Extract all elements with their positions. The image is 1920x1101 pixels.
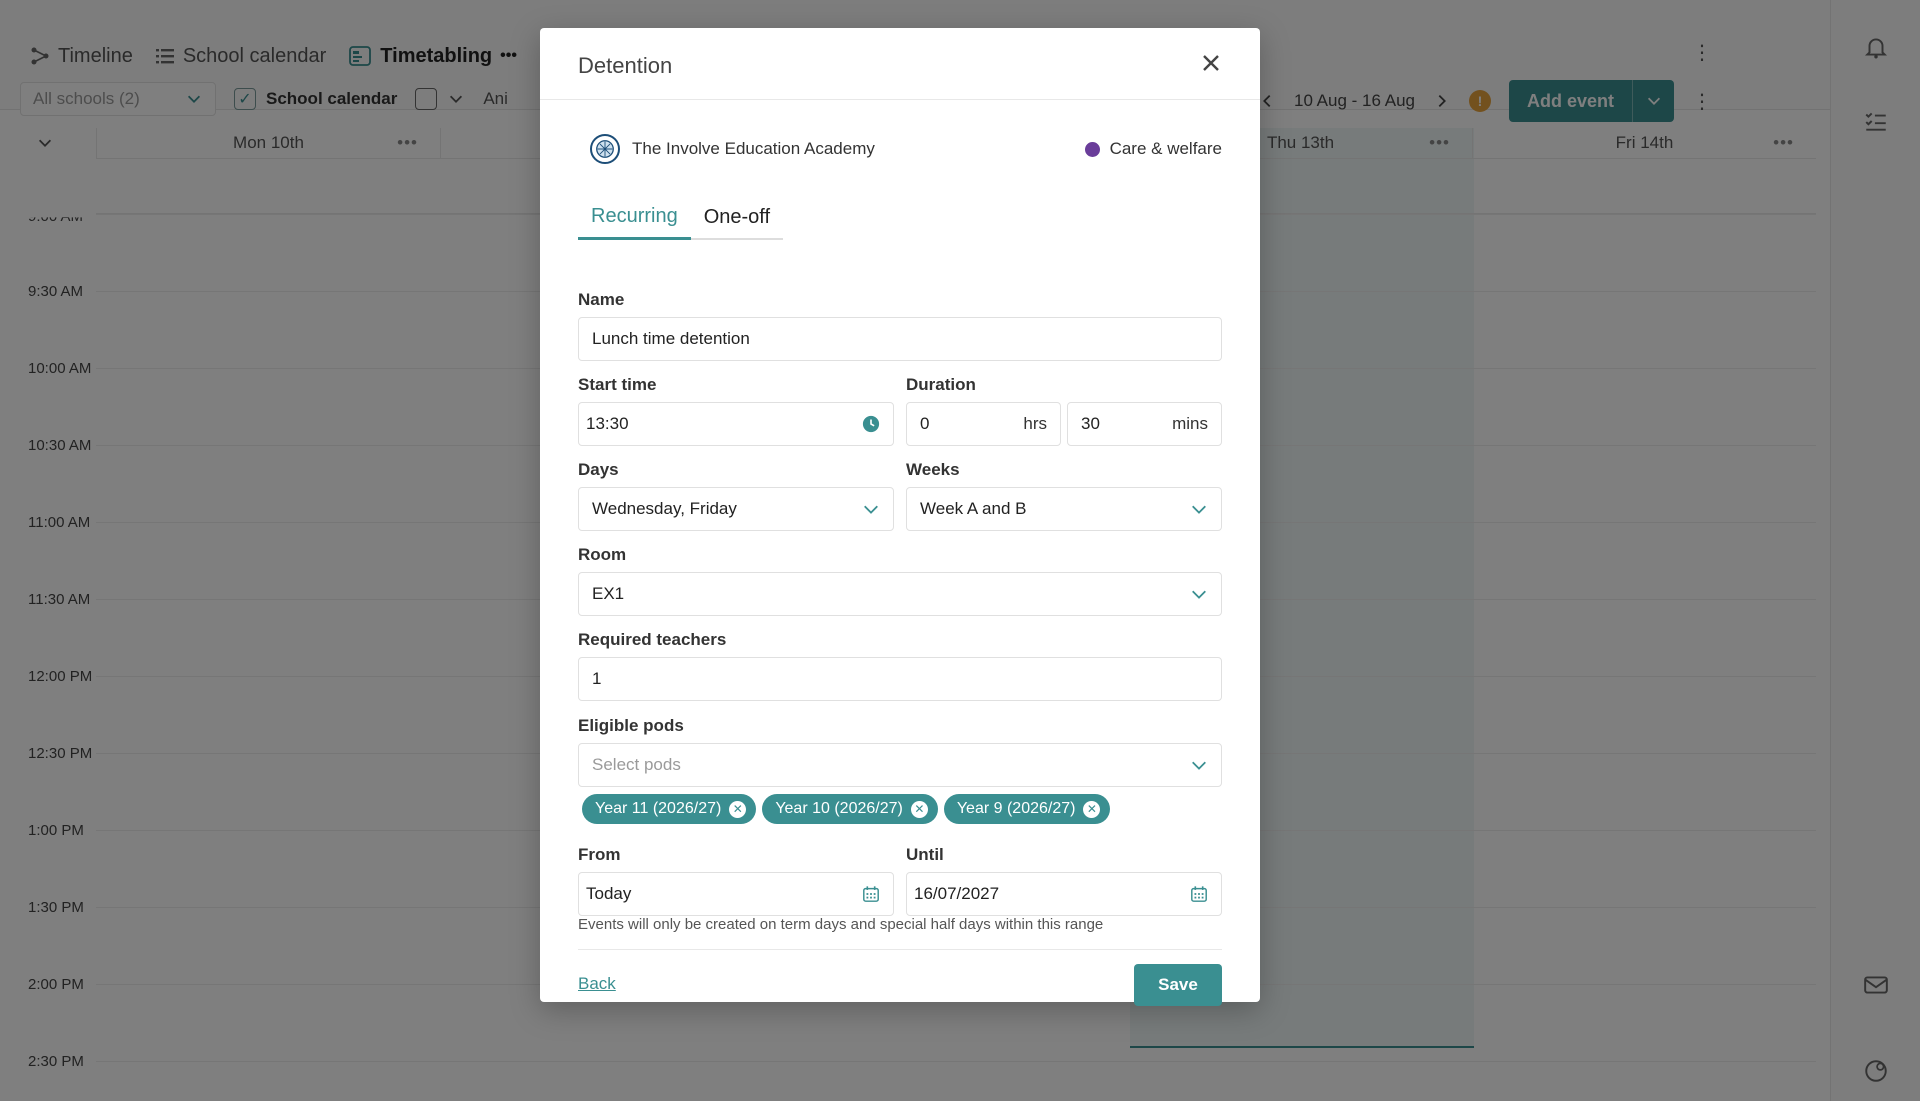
duration-hours-value: 0 bbox=[920, 414, 930, 433]
save-button[interactable]: Save bbox=[1134, 964, 1222, 1006]
footer-divider bbox=[578, 949, 1222, 950]
eligible-pods-placeholder: Select pods bbox=[592, 755, 681, 774]
name-input[interactable]: Lunch time detention bbox=[578, 317, 1222, 361]
detention-dialog: Detention The Involve Education Academy … bbox=[540, 28, 1260, 1006]
clock-icon[interactable] bbox=[862, 415, 880, 433]
days-value: Wednesday, Friday bbox=[592, 499, 737, 518]
category-dot bbox=[1084, 141, 1100, 157]
room-select[interactable]: EX1 bbox=[578, 572, 1222, 616]
chevron-down-icon bbox=[862, 500, 880, 518]
chevron-down-icon bbox=[1190, 756, 1208, 774]
calendar-icon[interactable] bbox=[1190, 885, 1208, 903]
start-time-label: Start time bbox=[578, 375, 657, 394]
weeks-select[interactable]: Week A and B bbox=[906, 487, 1222, 531]
duration-label: Duration bbox=[906, 375, 976, 394]
start-time-value: 13:30 bbox=[586, 414, 629, 433]
chevron-down-icon bbox=[1190, 500, 1208, 518]
from-label: From bbox=[578, 845, 621, 864]
until-date-input[interactable]: 16/07/2027 bbox=[906, 872, 1222, 916]
room-label: Room bbox=[578, 545, 627, 564]
until-value: 16/07/2027 bbox=[914, 884, 1000, 903]
dialog-title: Detention bbox=[578, 53, 673, 78]
pod-chip: Year 10 (2026/27) ✕ bbox=[762, 794, 938, 824]
school-info: The Involve Education Academy bbox=[590, 134, 875, 164]
remove-chip-icon[interactable]: ✕ bbox=[729, 800, 747, 818]
category-label: Care & welfare bbox=[1109, 139, 1222, 158]
required-teachers-value: 1 bbox=[592, 669, 602, 688]
eligible-pods-select[interactable]: Select pods bbox=[578, 743, 1222, 787]
from-value: Today bbox=[586, 884, 632, 903]
weeks-label: Weeks bbox=[906, 460, 960, 479]
hours-unit: hrs bbox=[1023, 414, 1047, 433]
selected-pods: Year 11 (2026/27) ✕ Year 10 (2026/27) ✕ … bbox=[582, 794, 1111, 824]
required-teachers-input[interactable]: 1 bbox=[578, 657, 1222, 701]
duration-hours-input[interactable]: 0 hrs bbox=[906, 402, 1061, 446]
until-label: Until bbox=[906, 845, 944, 864]
remove-chip-icon[interactable]: ✕ bbox=[1083, 800, 1101, 818]
school-row: The Involve Education Academy Care & wel… bbox=[590, 132, 1222, 166]
minutes-unit: mins bbox=[1172, 414, 1208, 433]
start-time-input[interactable]: 13:30 bbox=[578, 402, 894, 446]
date-range-helper: Events will only be created on term days… bbox=[578, 916, 1104, 933]
eligible-pods-label: Eligible pods bbox=[578, 716, 684, 735]
pod-chip: Year 9 (2026/27) ✕ bbox=[943, 794, 1111, 824]
pod-chip-label: Year 9 (2026/27) bbox=[956, 800, 1076, 817]
back-link[interactable]: Back bbox=[578, 974, 616, 994]
school-name: The Involve Education Academy bbox=[632, 139, 875, 158]
days-select[interactable]: Wednesday, Friday bbox=[578, 487, 894, 531]
remove-chip-icon[interactable]: ✕ bbox=[910, 800, 928, 818]
close-icon[interactable] bbox=[1198, 50, 1224, 76]
pod-chip-label: Year 10 (2026/27) bbox=[775, 800, 903, 817]
weeks-value: Week A and B bbox=[920, 499, 1027, 518]
dialog-header: Detention bbox=[540, 28, 1260, 100]
pod-chip-label: Year 11 (2026/27) bbox=[595, 800, 722, 817]
duration-minutes-value: 30 bbox=[1081, 414, 1100, 433]
event-type-tabs: Recurring One-off bbox=[578, 196, 784, 240]
tab-recurring[interactable]: Recurring bbox=[578, 196, 691, 240]
name-label: Name bbox=[578, 290, 625, 309]
chevron-down-icon bbox=[1190, 585, 1208, 603]
pod-chip: Year 11 (2026/27) ✕ bbox=[582, 794, 757, 824]
duration-minutes-input[interactable]: 30 mins bbox=[1067, 402, 1222, 446]
name-value: Lunch time detention bbox=[592, 329, 750, 348]
category-badge: Care & welfare bbox=[1084, 139, 1222, 159]
days-label: Days bbox=[578, 460, 619, 479]
tab-one-off[interactable]: One-off bbox=[690, 196, 784, 240]
room-value: EX1 bbox=[592, 584, 625, 603]
from-date-input[interactable]: Today bbox=[578, 872, 894, 916]
required-teachers-label: Required teachers bbox=[578, 630, 727, 649]
school-logo-icon bbox=[590, 134, 620, 164]
calendar-icon[interactable] bbox=[862, 885, 880, 903]
